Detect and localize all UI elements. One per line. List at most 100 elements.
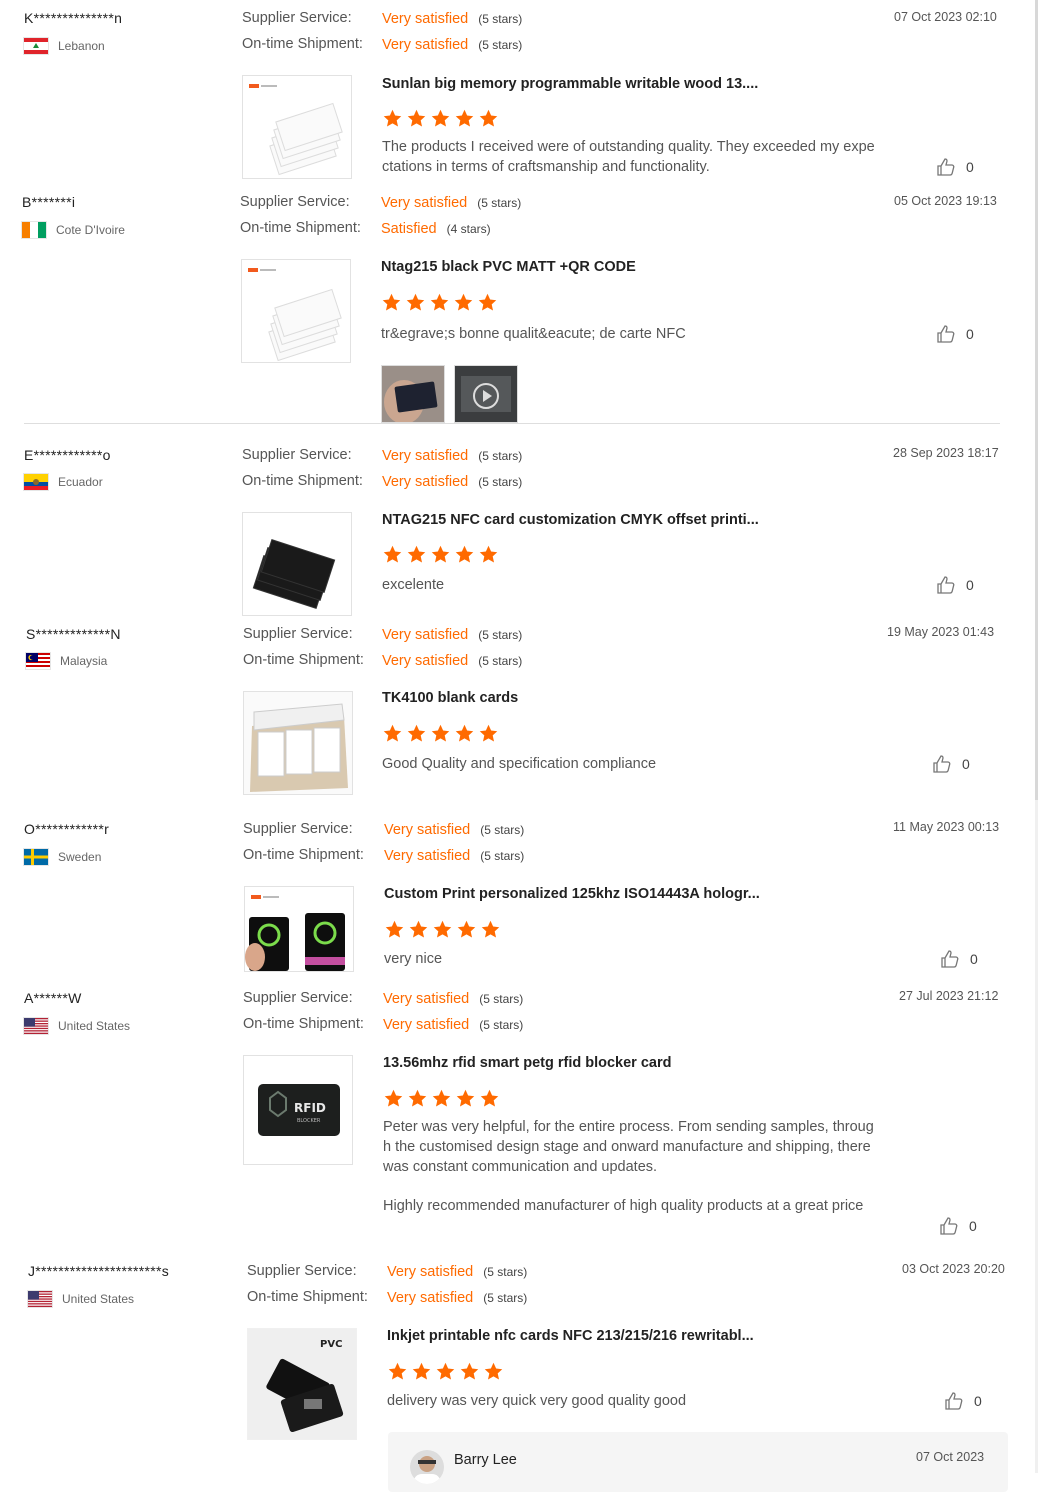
like-count: 0 xyxy=(966,159,974,175)
reviewer-country: Malaysia xyxy=(26,653,107,669)
star-icon xyxy=(431,724,450,742)
review-photo[interactable] xyxy=(381,365,445,423)
reviewer-country: United States xyxy=(24,1018,130,1034)
like-button[interactable]: 0 xyxy=(936,157,974,177)
reviewer-country: United States xyxy=(28,1291,134,1307)
review-video[interactable] xyxy=(454,365,518,423)
star-icon xyxy=(456,1089,475,1107)
rating-text: Very satisfied xyxy=(382,11,469,27)
product-title[interactable]: Ntag215 black PVC MATT +QR CODE xyxy=(381,259,636,275)
product-thumbnail[interactable] xyxy=(242,512,352,616)
usa-flag-icon xyxy=(28,1291,52,1307)
supplier-service-rating: Very satisfied (5 stars) xyxy=(383,990,523,1008)
like-button[interactable]: 0 xyxy=(932,754,970,774)
review-text: very nice xyxy=(384,951,443,967)
star-icon xyxy=(383,109,402,127)
rating-stars-count: (5 stars) xyxy=(480,849,525,863)
review-text: Peter was very helpful, for the entire p… xyxy=(383,1119,874,1175)
product-title[interactable]: 13.56mhz rfid smart petg rfid blocker ca… xyxy=(383,1055,671,1071)
rating-text: Very satisfied xyxy=(387,1290,474,1306)
review-date: 28 Sep 2023 18:17 xyxy=(893,446,999,460)
product-title[interactable]: Sunlan big memory programmable writable … xyxy=(382,76,758,92)
reviewer-country: Cote D'Ivoire xyxy=(22,222,125,238)
rating-stars-count: (5 stars) xyxy=(483,1265,528,1279)
star-icon xyxy=(484,1362,503,1380)
star-icon xyxy=(460,1362,479,1380)
review-date: 03 Oct 2023 20:20 xyxy=(902,1262,1005,1276)
country-name: Lebanon xyxy=(58,39,105,53)
usa-flag-icon xyxy=(24,1018,48,1034)
like-button[interactable]: 0 xyxy=(940,949,978,969)
product-thumbnail[interactable] xyxy=(243,691,353,795)
product-thumbnail[interactable]: PVC xyxy=(247,1328,357,1440)
star-icon xyxy=(384,1089,403,1107)
card-in-hand-photo xyxy=(382,366,444,422)
reviewer-country: Sweden xyxy=(24,849,101,865)
supplier-service-label: Supplier Service: xyxy=(242,10,352,26)
like-button[interactable]: 0 xyxy=(936,324,974,344)
blocker-label: BLOCKER xyxy=(297,1118,321,1124)
card-box-image xyxy=(244,692,352,794)
rating-text: Very satisfied xyxy=(384,848,471,864)
video-thumbnail xyxy=(455,366,517,422)
star-icon xyxy=(480,1089,499,1107)
like-button[interactable]: 0 xyxy=(944,1391,982,1411)
rating-text: Satisfied xyxy=(381,221,437,237)
ontime-shipment-label: On-time Shipment: xyxy=(240,220,361,236)
star-icon xyxy=(455,724,474,742)
product-thumbnail[interactable]: RFID BLOCKER xyxy=(243,1055,353,1165)
reviewer-country: Ecuador xyxy=(24,474,103,490)
rating-text: Very satisfied xyxy=(382,627,469,643)
reviewer-name: A******W xyxy=(24,990,82,1006)
malaysia-flag-icon xyxy=(26,653,50,669)
rating-stars-count: (5 stars) xyxy=(478,449,523,463)
star-icon xyxy=(457,920,476,938)
supplier-service-rating: Very satisfied (5 stars) xyxy=(382,10,522,28)
pvc-label: PVC xyxy=(320,1339,342,1350)
supplier-service-label: Supplier Service: xyxy=(243,990,353,1006)
like-count: 0 xyxy=(966,326,974,342)
product-rating xyxy=(381,292,498,313)
review-text: Good Quality and specification complianc… xyxy=(382,756,657,772)
product-rating xyxy=(382,544,499,565)
product-title[interactable]: TK4100 blank cards xyxy=(382,690,518,706)
country-name: United States xyxy=(62,1292,135,1306)
supplier-service-label: Supplier Service: xyxy=(243,626,353,642)
review-date: 07 Oct 2023 02:10 xyxy=(894,10,997,24)
thumbs-up-icon xyxy=(940,1217,958,1235)
country-name: United States xyxy=(58,1019,131,1033)
product-thumbnail[interactable] xyxy=(242,75,352,179)
star-icon xyxy=(383,545,402,563)
reply-author: Barry Lee xyxy=(454,1452,517,1468)
star-icon xyxy=(433,920,452,938)
rating-stars-count: (5 stars) xyxy=(478,654,523,668)
rating-stars-count: (5 stars) xyxy=(477,196,522,210)
product-thumbnail[interactable] xyxy=(241,259,351,363)
white-cards-image xyxy=(249,84,343,176)
like-button[interactable]: 0 xyxy=(939,1216,977,1236)
product-title[interactable]: Custom Print personalized 125khz ISO1444… xyxy=(384,886,760,902)
ontime-shipment-rating: Very satisfied (5 stars) xyxy=(383,1016,523,1034)
supplier-service-label: Supplier Service: xyxy=(242,447,352,463)
rating-text: Very satisfied xyxy=(384,822,471,838)
supplier-service-rating: Very satisfied (5 stars) xyxy=(387,1263,527,1281)
star-icon xyxy=(409,920,428,938)
ontime-shipment-rating: Very satisfied (5 stars) xyxy=(384,847,524,865)
reviewer-name: E************o xyxy=(24,447,111,463)
product-rating xyxy=(382,108,499,129)
ontime-shipment-label: On-time Shipment: xyxy=(243,1016,364,1032)
like-count: 0 xyxy=(969,1218,977,1234)
rating-stars-count: (5 stars) xyxy=(479,992,524,1006)
star-icon xyxy=(406,293,425,311)
reply-date: 07 Oct 2023 xyxy=(916,1450,985,1464)
review-date: 27 Jul 2023 21:12 xyxy=(899,989,999,1003)
ontime-shipment-rating: Very satisfied (5 stars) xyxy=(382,473,522,491)
thumbs-up-icon xyxy=(937,576,955,594)
product-title[interactable]: NTAG215 NFC card customization CMYK offs… xyxy=(382,512,759,528)
product-title[interactable]: Inkjet printable nfc cards NFC 213/215/2… xyxy=(387,1328,754,1344)
like-button[interactable]: 0 xyxy=(936,575,974,595)
like-count: 0 xyxy=(974,1393,982,1409)
rating-stars-count: (5 stars) xyxy=(478,12,523,26)
star-icon xyxy=(479,724,498,742)
product-thumbnail[interactable] xyxy=(244,886,354,972)
